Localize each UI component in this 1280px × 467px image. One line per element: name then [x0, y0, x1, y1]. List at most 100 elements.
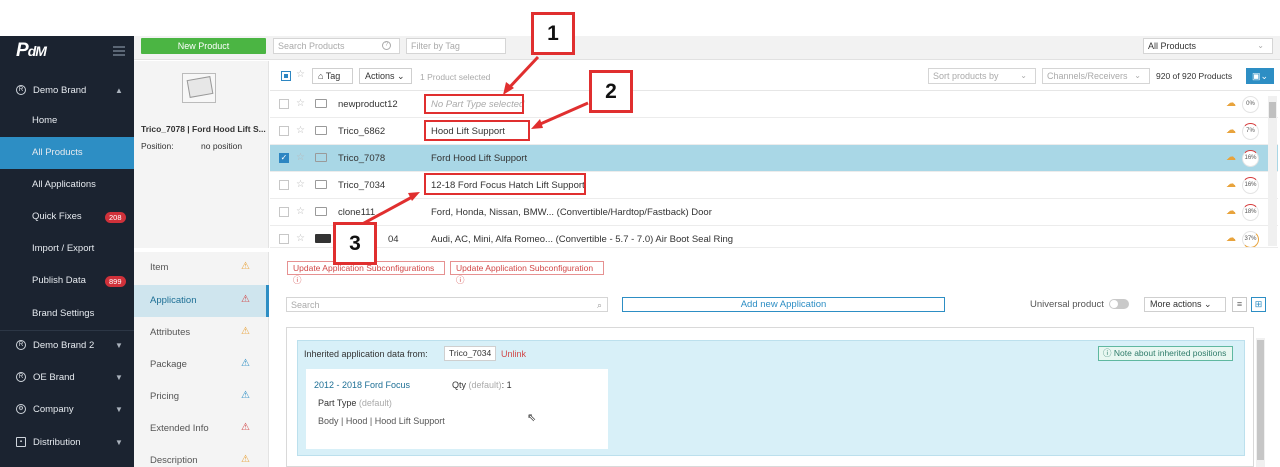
brand-icon: R — [16, 85, 26, 95]
highlight-box-2 — [424, 120, 530, 141]
product-image-placeholder-icon — [182, 73, 216, 103]
position-value: no position — [201, 141, 243, 151]
vehicle-link[interactable]: 2012 - 2018 Ford Focus — [314, 380, 410, 390]
chevron-down-icon: ⌄ — [1134, 71, 1141, 80]
favorite-star-icon[interactable]: ☆ — [296, 233, 305, 244]
info-icon: ⓘ — [1103, 348, 1112, 358]
quick-fixes-badge: 208 — [105, 212, 126, 223]
warning-icon: ⚠ — [241, 358, 250, 369]
universal-product-toggle[interactable] — [1109, 299, 1129, 309]
universal-product-label: Universal product — [1030, 299, 1104, 310]
sidebar-item-home[interactable]: Home — [0, 105, 134, 137]
row-checkbox-checked[interactable]: ✓ — [279, 153, 289, 163]
content-scrollbar[interactable] — [1256, 338, 1265, 467]
more-actions-dropdown[interactable]: More actions ⌄ — [1144, 297, 1226, 312]
part-type-value: Body | Hood | Hood Lift Support — [318, 416, 445, 426]
sort-products-select[interactable]: Sort products by ⌄ — [928, 68, 1036, 84]
tab-extended-info[interactable]: Extended Info ⚠ — [134, 413, 269, 445]
product-sku[interactable]: Trico_7078 — [338, 153, 385, 164]
sidebar-item-brand-settings[interactable]: Brand Settings — [0, 298, 134, 330]
brand-icon: R — [16, 340, 26, 350]
grid-view-icon[interactable]: ⊞ — [1251, 297, 1266, 312]
inherited-label: Inherited application data from: — [304, 349, 428, 359]
channels-receivers-select[interactable]: Channels/Receivers ⌄ — [1042, 68, 1150, 84]
sidebar-item-distribution[interactable]: ▪ Distribution ▼ — [0, 427, 134, 459]
warning-icon: ⚠ — [241, 261, 250, 272]
table-row[interactable]: ☆ clone111 Ford, Honda, Nissan, BMW... (… — [270, 199, 1278, 226]
cloud-icon: ☁ — [1226, 179, 1236, 190]
table-row[interactable]: ☆ Trico_7034 12-18 Ford Focus Hatch Lift… — [270, 172, 1278, 199]
favorite-star-icon[interactable]: ☆ — [296, 152, 305, 163]
favorite-star-icon[interactable]: ☆ — [296, 98, 305, 109]
row-checkbox[interactable] — [279, 180, 289, 190]
table-row-selected[interactable]: ✓ ☆ Trico_7078 Ford Hood Lift Support ☁ … — [270, 145, 1278, 172]
unlink-link[interactable]: Unlink — [501, 349, 526, 359]
tab-item[interactable]: Item ⚠ — [134, 252, 269, 284]
select-all-checkbox[interactable] — [281, 71, 291, 81]
sidebar-item-quick-fixes[interactable]: Quick Fixes 208 — [0, 201, 134, 233]
sidebar-item-demo-brand[interactable]: R Demo Brand ▲ — [0, 75, 134, 107]
product-sku[interactable]: clone111 — [338, 207, 375, 218]
actions-dropdown[interactable]: Actions ⌄ — [359, 68, 412, 84]
product-count: 920 of 920 Products — [1156, 71, 1233, 81]
product-image-icon — [315, 153, 327, 162]
application-search-input[interactable]: Search ⌕ — [286, 297, 608, 312]
update-subconfiguration-button[interactable]: Update Application Subconfiguration ⓘ — [450, 261, 604, 285]
row-checkbox[interactable] — [279, 99, 289, 109]
sidebar-item-all-applications[interactable]: All Applications — [0, 169, 134, 201]
info-icon: ⓘ — [293, 275, 302, 285]
favorite-star-icon[interactable]: ☆ — [296, 69, 305, 80]
add-new-application-button[interactable]: Add new Application — [622, 297, 945, 312]
completeness-indicator: 16% — [1242, 150, 1259, 167]
all-products-select[interactable]: All Products ⌄ — [1143, 38, 1273, 54]
row-checkbox[interactable] — [279, 126, 289, 136]
product-sku[interactable]: Trico_7034 — [338, 180, 385, 191]
sidebar-item-publish-data[interactable]: Publish Data 899 — [0, 265, 134, 297]
table-row[interactable]: ☆ 04 Audi, AC, Mini, Alfa Romeo... (Conv… — [270, 226, 1278, 248]
product-sku[interactable]: Trico_6862 — [338, 126, 385, 137]
sidebar-item-oe-brand[interactable]: R OE Brand ▼ — [0, 362, 134, 394]
row-checkbox[interactable] — [279, 207, 289, 217]
help-icon[interactable]: ? — [382, 41, 391, 50]
chevron-down-icon: ⌄ — [1020, 71, 1027, 80]
pdm-logo[interactable]: PdM — [16, 40, 47, 62]
favorite-star-icon[interactable]: ☆ — [296, 179, 305, 190]
inherited-source-chip[interactable]: Trico_7034 — [444, 346, 497, 361]
inherited-positions-note[interactable]: ⓘ Note about inherited positions — [1098, 346, 1233, 361]
scrollbar-thumb[interactable] — [1269, 102, 1276, 118]
table-row[interactable]: ☆ newproduct12 No Part Type selected ☁ 0… — [270, 91, 1278, 118]
search-icon: ⌕ — [596, 300, 602, 310]
warning-icon: ⚠ — [241, 294, 250, 305]
product-sku[interactable]: newproduct12 — [338, 99, 398, 110]
sidebar-item-import-export[interactable]: Import / Export — [0, 233, 134, 265]
scrollbar-thumb[interactable] — [1257, 340, 1264, 460]
new-product-button[interactable]: New Product — [141, 38, 266, 54]
table-row[interactable]: ☆ Trico_6862 Hood Lift Support ☁ 7% — [270, 118, 1278, 145]
search-products-input[interactable]: Search Products ? — [273, 38, 400, 54]
tab-attributes[interactable]: Attributes ⚠ — [134, 317, 269, 349]
sidebar-item-company[interactable]: ⚙ Company ▼ — [0, 394, 134, 426]
distribution-icon: ▪ — [16, 437, 26, 447]
tag-button[interactable]: ⌂ Tag — [312, 68, 353, 84]
chevron-down-icon: ⌄ — [1204, 299, 1212, 309]
tab-application[interactable]: Application ⚠ — [134, 285, 269, 317]
sidebar-item-demo-brand-2[interactable]: R Demo Brand 2 ▼ — [0, 330, 134, 362]
product-sku[interactable]: 04 — [388, 234, 399, 245]
list-scrollbar[interactable] — [1268, 96, 1277, 246]
info-icon: ⓘ — [456, 275, 465, 285]
row-checkbox[interactable] — [279, 234, 289, 244]
chevron-down-icon: ▼ — [115, 405, 123, 414]
tag-icon: ⌂ — [318, 71, 324, 81]
favorite-star-icon[interactable]: ☆ — [296, 206, 305, 217]
list-view-icon[interactable]: ≡ — [1232, 297, 1247, 312]
hamburger-menu-icon[interactable] — [113, 46, 125, 56]
tab-pricing[interactable]: Pricing ⚠ — [134, 381, 269, 413]
favorite-star-icon[interactable]: ☆ — [296, 125, 305, 136]
chevron-up-icon: ▲ — [115, 86, 123, 95]
sidebar-item-all-products[interactable]: All Products — [0, 137, 134, 169]
filter-by-tag-input[interactable]: Filter by Tag — [406, 38, 506, 54]
save-view-button[interactable]: ▣⌄ — [1246, 68, 1274, 84]
tab-description[interactable]: Description ⚠ — [134, 445, 269, 467]
tab-package[interactable]: Package ⚠ — [134, 349, 269, 381]
completeness-indicator: 0% — [1242, 96, 1259, 113]
